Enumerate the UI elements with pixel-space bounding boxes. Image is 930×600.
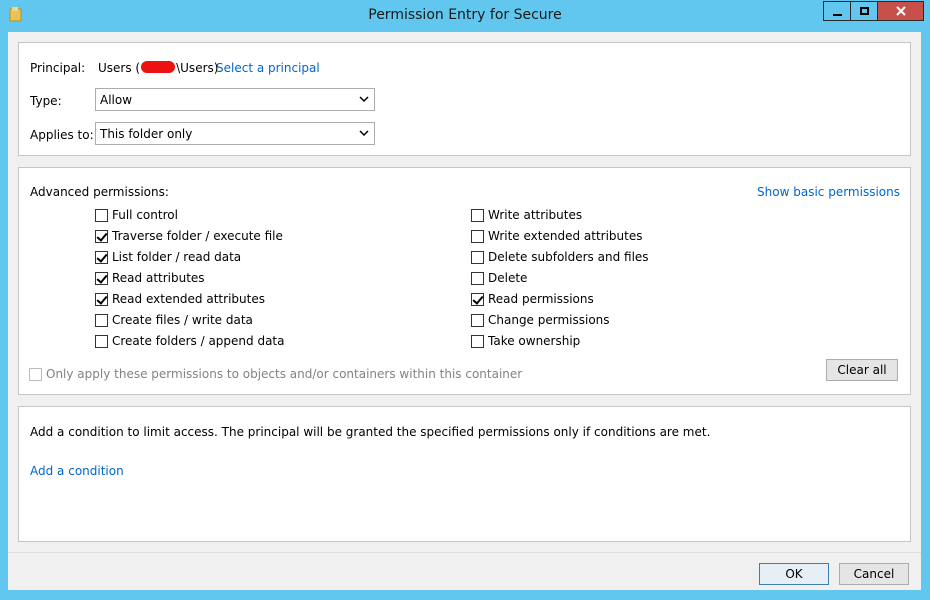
only-apply-checkbox-row[interactable]: Only apply these permissions to objects … [29, 367, 522, 381]
permission-row[interactable]: Create files / write data [95, 313, 253, 327]
permission-label: Read permissions [488, 292, 594, 306]
permission-row[interactable]: Full control [95, 208, 178, 222]
principal-value: Users ( \Users) [98, 61, 218, 75]
chevron-down-icon [359, 130, 369, 137]
permission-label: Take ownership [488, 334, 581, 348]
title-bar[interactable]: Permission Entry for Secure [0, 0, 930, 32]
minimize-button[interactable] [823, 1, 850, 21]
permission-checkbox[interactable] [471, 334, 484, 348]
permission-row[interactable]: Change permissions [471, 313, 610, 327]
permission-label: Delete subfolders and files [488, 250, 649, 264]
minimize-icon [832, 14, 842, 16]
permission-label: Read attributes [112, 271, 205, 285]
permission-row[interactable]: Traverse folder / execute file [95, 229, 283, 243]
advanced-permissions-label: Advanced permissions: [30, 185, 169, 199]
permission-checkbox[interactable] [95, 250, 108, 264]
only-apply-checkbox[interactable] [29, 367, 42, 381]
maximize-button[interactable] [850, 1, 877, 21]
applies-to-value: This folder only [100, 126, 193, 141]
show-basic-permissions-link[interactable]: Show basic permissions [757, 185, 900, 199]
permission-row[interactable]: Write attributes [471, 208, 582, 222]
principal-label: Principal: [30, 61, 86, 75]
permission-checkbox[interactable] [95, 208, 108, 222]
permission-row[interactable]: Read extended attributes [95, 292, 265, 306]
dialog-window: Permission Entry for Secure Principal: U… [0, 0, 930, 600]
permission-row[interactable]: Take ownership [471, 334, 580, 348]
clear-all-button[interactable]: Clear all [826, 359, 898, 381]
permission-label: Read extended attributes [112, 292, 265, 306]
applies-to-label: Applies to: [30, 128, 94, 142]
add-condition-link[interactable]: Add a condition [30, 464, 124, 478]
principal-value-prefix: Users ( [98, 61, 141, 75]
principal-value-suffix: \Users) [176, 61, 219, 75]
permission-label: Write attributes [488, 208, 583, 222]
permission-label: Create folders / append data [112, 334, 285, 348]
applies-to-combobox[interactable]: This folder only [95, 122, 375, 145]
window-title: Permission Entry for Secure [368, 7, 562, 23]
permission-label: Delete [488, 271, 528, 285]
select-principal-link[interactable]: Select a principal [216, 61, 320, 75]
condition-group: Add a condition to limit access. The pri… [18, 406, 911, 542]
permission-checkbox[interactable] [471, 229, 484, 243]
permission-checkbox[interactable] [471, 292, 484, 306]
permission-checkbox[interactable] [95, 229, 108, 243]
ok-button[interactable]: OK [759, 563, 829, 585]
permission-label: Full control [112, 208, 178, 222]
permission-checkbox[interactable] [95, 313, 108, 327]
close-icon [895, 6, 906, 16]
type-combobox[interactable]: Allow [95, 88, 375, 111]
maximize-icon [859, 7, 869, 15]
permission-row[interactable]: Delete subfolders and files [471, 250, 649, 264]
type-label: Type: [30, 94, 62, 108]
permission-label: Create files / write data [112, 313, 253, 327]
permission-label: List folder / read data [112, 250, 242, 264]
permission-row[interactable]: Read permissions [471, 292, 594, 306]
permission-checkbox[interactable] [471, 313, 484, 327]
permission-row[interactable]: Create folders / append data [95, 334, 284, 348]
permission-label: Write extended attributes [488, 229, 643, 243]
redacted-domain [141, 61, 176, 73]
cancel-button[interactable]: Cancel [839, 563, 909, 585]
permission-label: Change permissions [488, 313, 610, 327]
permission-row[interactable]: Delete [471, 271, 527, 285]
type-value: Allow [100, 92, 133, 107]
chevron-down-icon [359, 96, 369, 103]
close-button[interactable] [877, 1, 924, 21]
permission-checkbox[interactable] [471, 250, 484, 264]
only-apply-label: Only apply these permissions to objects … [46, 367, 523, 381]
permission-checkbox[interactable] [471, 208, 484, 222]
permission-checkbox[interactable] [95, 334, 108, 348]
permission-row[interactable]: Write extended attributes [471, 229, 643, 243]
footer-divider [8, 552, 921, 553]
advanced-permissions-group: Advanced permissions: Show basic permiss… [18, 167, 911, 395]
permission-row[interactable]: List folder / read data [95, 250, 241, 264]
permission-checkbox[interactable] [95, 292, 108, 306]
condition-description: Add a condition to limit access. The pri… [30, 425, 711, 439]
permission-checkbox[interactable] [95, 271, 108, 285]
principal-group: Principal: Users ( \Users) Select a princ… [18, 42, 911, 156]
permission-row[interactable]: Read attributes [95, 271, 205, 285]
permission-checkbox[interactable] [471, 271, 484, 285]
permission-label: Traverse folder / execute file [112, 229, 283, 243]
dialog-client: Principal: Users ( \Users) Select a princ… [8, 32, 921, 590]
